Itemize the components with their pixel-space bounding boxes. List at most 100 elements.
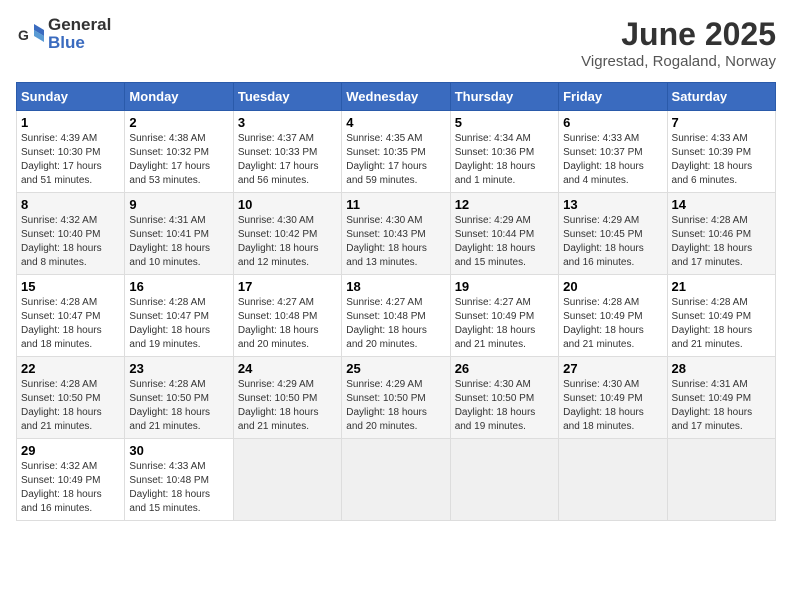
calendar-table: Sunday Monday Tuesday Wednesday Thursday… — [16, 82, 776, 521]
header-friday: Friday — [559, 83, 667, 111]
calendar-cell: 10 Sunrise: 4:30 AM Sunset: 10:42 PM Day… — [233, 193, 341, 275]
day-number: 26 — [455, 361, 554, 376]
day-info: Sunrise: 4:29 AM Sunset: 10:50 PM Daylig… — [346, 378, 445, 434]
calendar-cell: 25 Sunrise: 4:29 AM Sunset: 10:50 PM Day… — [342, 357, 450, 439]
calendar-cell: 26 Sunrise: 4:30 AM Sunset: 10:50 PM Day… — [450, 357, 558, 439]
calendar-cell: 30 Sunrise: 4:33 AM Sunset: 10:48 PM Day… — [125, 439, 233, 521]
day-number: 19 — [455, 279, 554, 294]
calendar-cell — [233, 439, 341, 521]
calendar-cell: 15 Sunrise: 4:28 AM Sunset: 10:47 PM Day… — [17, 275, 125, 357]
header-thursday: Thursday — [450, 83, 558, 111]
logo-icon: G — [16, 20, 44, 48]
day-info: Sunrise: 4:28 AM Sunset: 10:46 PM Daylig… — [672, 214, 771, 270]
day-number: 27 — [563, 361, 662, 376]
day-info: Sunrise: 4:28 AM Sunset: 10:47 PM Daylig… — [21, 296, 120, 352]
day-info: Sunrise: 4:39 AM Sunset: 10:30 PM Daylig… — [21, 132, 120, 188]
calendar-cell: 17 Sunrise: 4:27 AM Sunset: 10:48 PM Day… — [233, 275, 341, 357]
subtitle: Vigrestad, Rogaland, Norway — [581, 53, 776, 70]
calendar-cell: 29 Sunrise: 4:32 AM Sunset: 10:49 PM Day… — [17, 439, 125, 521]
calendar-cell — [559, 439, 667, 521]
day-number: 17 — [238, 279, 337, 294]
day-info: Sunrise: 4:28 AM Sunset: 10:49 PM Daylig… — [672, 296, 771, 352]
day-info: Sunrise: 4:32 AM Sunset: 10:40 PM Daylig… — [21, 214, 120, 270]
logo-blue: Blue — [48, 33, 85, 52]
header-monday: Monday — [125, 83, 233, 111]
day-info: Sunrise: 4:27 AM Sunset: 10:48 PM Daylig… — [346, 296, 445, 352]
day-info: Sunrise: 4:27 AM Sunset: 10:49 PM Daylig… — [455, 296, 554, 352]
day-info: Sunrise: 4:29 AM Sunset: 10:45 PM Daylig… — [563, 214, 662, 270]
calendar-header: Sunday Monday Tuesday Wednesday Thursday… — [17, 83, 776, 111]
day-number: 11 — [346, 197, 445, 212]
day-number: 5 — [455, 115, 554, 130]
calendar-row: 1 Sunrise: 4:39 AM Sunset: 10:30 PM Dayl… — [17, 111, 776, 193]
calendar-cell: 7 Sunrise: 4:33 AM Sunset: 10:39 PM Dayl… — [667, 111, 775, 193]
day-number: 7 — [672, 115, 771, 130]
calendar-cell: 6 Sunrise: 4:33 AM Sunset: 10:37 PM Dayl… — [559, 111, 667, 193]
calendar-cell: 12 Sunrise: 4:29 AM Sunset: 10:44 PM Day… — [450, 193, 558, 275]
calendar-cell: 14 Sunrise: 4:28 AM Sunset: 10:46 PM Day… — [667, 193, 775, 275]
day-info: Sunrise: 4:30 AM Sunset: 10:42 PM Daylig… — [238, 214, 337, 270]
logo: G General Blue — [16, 16, 111, 52]
day-number: 14 — [672, 197, 771, 212]
calendar-cell: 28 Sunrise: 4:31 AM Sunset: 10:49 PM Day… — [667, 357, 775, 439]
calendar-cell: 18 Sunrise: 4:27 AM Sunset: 10:48 PM Day… — [342, 275, 450, 357]
day-number: 30 — [129, 443, 228, 458]
header: G General Blue June 2025 Vigrestad, Roga… — [16, 16, 776, 70]
day-info: Sunrise: 4:28 AM Sunset: 10:49 PM Daylig… — [563, 296, 662, 352]
calendar-cell: 8 Sunrise: 4:32 AM Sunset: 10:40 PM Dayl… — [17, 193, 125, 275]
day-number: 22 — [21, 361, 120, 376]
calendar-row: 22 Sunrise: 4:28 AM Sunset: 10:50 PM Day… — [17, 357, 776, 439]
calendar-cell: 23 Sunrise: 4:28 AM Sunset: 10:50 PM Day… — [125, 357, 233, 439]
calendar-cell: 27 Sunrise: 4:30 AM Sunset: 10:49 PM Day… — [559, 357, 667, 439]
day-info: Sunrise: 4:29 AM Sunset: 10:44 PM Daylig… — [455, 214, 554, 270]
day-number: 24 — [238, 361, 337, 376]
day-number: 15 — [21, 279, 120, 294]
calendar-cell: 16 Sunrise: 4:28 AM Sunset: 10:47 PM Day… — [125, 275, 233, 357]
day-number: 6 — [563, 115, 662, 130]
title-area: June 2025 Vigrestad, Rogaland, Norway — [581, 16, 776, 70]
day-number: 21 — [672, 279, 771, 294]
day-info: Sunrise: 4:31 AM Sunset: 10:49 PM Daylig… — [672, 378, 771, 434]
day-number: 25 — [346, 361, 445, 376]
calendar-cell: 19 Sunrise: 4:27 AM Sunset: 10:49 PM Day… — [450, 275, 558, 357]
day-info: Sunrise: 4:37 AM Sunset: 10:33 PM Daylig… — [238, 132, 337, 188]
day-number: 20 — [563, 279, 662, 294]
calendar-cell: 20 Sunrise: 4:28 AM Sunset: 10:49 PM Day… — [559, 275, 667, 357]
day-number: 13 — [563, 197, 662, 212]
day-info: Sunrise: 4:31 AM Sunset: 10:41 PM Daylig… — [129, 214, 228, 270]
main-title: June 2025 — [581, 16, 776, 53]
header-saturday: Saturday — [667, 83, 775, 111]
day-number: 8 — [21, 197, 120, 212]
day-info: Sunrise: 4:34 AM Sunset: 10:36 PM Daylig… — [455, 132, 554, 188]
day-info: Sunrise: 4:28 AM Sunset: 10:50 PM Daylig… — [129, 378, 228, 434]
day-number: 1 — [21, 115, 120, 130]
day-number: 28 — [672, 361, 771, 376]
logo-general: General — [48, 15, 111, 34]
calendar-cell: 1 Sunrise: 4:39 AM Sunset: 10:30 PM Dayl… — [17, 111, 125, 193]
header-tuesday: Tuesday — [233, 83, 341, 111]
svg-text:G: G — [18, 27, 29, 43]
day-info: Sunrise: 4:28 AM Sunset: 10:47 PM Daylig… — [129, 296, 228, 352]
header-sunday: Sunday — [17, 83, 125, 111]
calendar-cell — [667, 439, 775, 521]
day-info: Sunrise: 4:38 AM Sunset: 10:32 PM Daylig… — [129, 132, 228, 188]
day-info: Sunrise: 4:30 AM Sunset: 10:43 PM Daylig… — [346, 214, 445, 270]
day-number: 18 — [346, 279, 445, 294]
day-info: Sunrise: 4:30 AM Sunset: 10:49 PM Daylig… — [563, 378, 662, 434]
calendar-cell: 13 Sunrise: 4:29 AM Sunset: 10:45 PM Day… — [559, 193, 667, 275]
calendar-cell: 22 Sunrise: 4:28 AM Sunset: 10:50 PM Day… — [17, 357, 125, 439]
day-info: Sunrise: 4:28 AM Sunset: 10:50 PM Daylig… — [21, 378, 120, 434]
day-info: Sunrise: 4:35 AM Sunset: 10:35 PM Daylig… — [346, 132, 445, 188]
calendar-cell: 2 Sunrise: 4:38 AM Sunset: 10:32 PM Dayl… — [125, 111, 233, 193]
calendar-cell: 4 Sunrise: 4:35 AM Sunset: 10:35 PM Dayl… — [342, 111, 450, 193]
logo-text: General Blue — [48, 16, 111, 52]
day-info: Sunrise: 4:33 AM Sunset: 10:48 PM Daylig… — [129, 460, 228, 516]
day-number: 2 — [129, 115, 228, 130]
day-number: 12 — [455, 197, 554, 212]
calendar-body: 1 Sunrise: 4:39 AM Sunset: 10:30 PM Dayl… — [17, 111, 776, 521]
day-number: 10 — [238, 197, 337, 212]
calendar-row: 15 Sunrise: 4:28 AM Sunset: 10:47 PM Day… — [17, 275, 776, 357]
day-info: Sunrise: 4:33 AM Sunset: 10:39 PM Daylig… — [672, 132, 771, 188]
calendar-cell — [342, 439, 450, 521]
calendar-row: 29 Sunrise: 4:32 AM Sunset: 10:49 PM Day… — [17, 439, 776, 521]
